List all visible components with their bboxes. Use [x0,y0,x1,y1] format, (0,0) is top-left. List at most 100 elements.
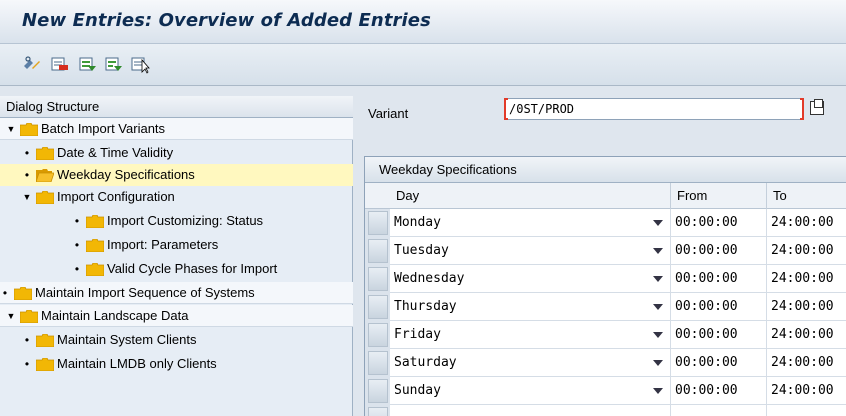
bullet-icon: • [74,214,80,228]
folder-icon [86,262,104,276]
tree-node-maintain-lmdb-clients[interactable]: • Maintain LMDB only Clients [0,353,353,375]
tree-node-import-configuration[interactable]: ▼ Import Configuration [0,186,353,208]
row-selector-button[interactable] [368,267,388,291]
to-cell[interactable]: 24:00:00 [766,237,846,265]
tree-node-label: Maintain LMDB only Clients [57,356,217,371]
expand-arrow-icon[interactable]: ▼ [6,118,16,140]
day-cell[interactable]: Thursday [390,293,665,321]
expand-arrow-icon[interactable]: ▼ [6,305,16,327]
day-value: Thursday [394,299,457,314]
tree-node-maintain-import-sequence[interactable]: • Maintain Import Sequence of Systems [0,282,353,304]
deselect-all-button[interactable] [130,54,150,74]
dialog-structure-header: Dialog Structure [0,96,353,118]
delete-button[interactable] [50,54,70,74]
tree-node-label: Valid Cycle Phases for Import [107,261,278,276]
select-all-icon [79,57,96,71]
to-cell[interactable] [766,405,846,416]
dialog-structure-pane: Dialog Structure ▼ Batch Import Variants… [0,96,353,416]
page-title: New Entries: Overview of Added Entries [22,10,431,31]
to-cell[interactable]: 24:00:00 [766,321,846,349]
bullet-icon: • [2,286,8,300]
expand-arrow-icon[interactable]: ▼ [22,186,32,208]
day-cell[interactable]: Tuesday [390,237,665,265]
variant-value: /0ST/PROD [509,102,575,116]
display-change-button[interactable] [22,54,42,74]
table-row: Thursday 00:00:00 24:00:00 [390,293,846,321]
day-cell[interactable]: Friday [390,321,665,349]
table-row: Saturday 00:00:00 24:00:00 [390,349,846,377]
day-cell[interactable] [390,405,665,416]
row-selector-button[interactable] [368,211,388,235]
select-block-button[interactable] [104,54,124,74]
from-cell[interactable]: 00:00:00 [670,293,765,321]
from-cell[interactable]: 00:00:00 [670,209,765,237]
display-change-icon [24,56,40,69]
dropdown-arrow-icon[interactable] [653,276,663,282]
day-cell[interactable]: Saturday [390,349,665,377]
row-selector-button[interactable] [368,407,388,416]
from-cell[interactable]: 00:00:00 [670,377,765,405]
main-content: Variant /0ST/PROD Weekday Specifications… [354,86,846,416]
variant-label: Variant [368,106,409,121]
row-selector-button[interactable] [368,295,388,319]
tree-node-batch-import-variants[interactable]: ▼ Batch Import Variants [0,118,353,140]
dropdown-arrow-icon[interactable] [653,304,663,310]
dropdown-arrow-icon[interactable] [653,220,663,226]
dropdown-arrow-icon[interactable] [653,332,663,338]
day-cell[interactable]: Monday [390,209,665,237]
select-block-icon [105,57,122,71]
value-help-icon[interactable] [810,99,824,115]
bullet-icon: • [74,262,80,276]
folder-icon [36,333,54,347]
to-cell[interactable]: 24:00:00 [766,265,846,293]
tree-node-date-time-validity[interactable]: • Date & Time Validity [0,142,353,164]
dropdown-arrow-icon[interactable] [653,248,663,254]
table-title: Weekday Specifications [365,157,846,183]
title-bar: New Entries: Overview of Added Entries [0,0,846,44]
tree-node-weekday-specifications[interactable]: • Weekday Specifications [0,164,353,186]
column-header-to[interactable]: To [766,183,846,209]
from-cell[interactable]: 00:00:00 [670,237,765,265]
tree-node-label: Maintain Landscape Data [41,308,189,323]
folder-icon [86,238,104,252]
variant-input[interactable]: /0ST/PROD [504,98,804,120]
from-cell[interactable] [670,405,765,416]
tree-node-import-customizing-status[interactable]: • Import Customizing: Status [0,210,353,232]
from-cell[interactable]: 00:00:00 [670,321,765,349]
day-value: Tuesday [394,243,449,258]
to-cell[interactable]: 24:00:00 [766,209,846,237]
dropdown-arrow-icon[interactable] [653,388,663,394]
to-cell[interactable]: 24:00:00 [766,293,846,321]
day-value: Friday [394,327,441,342]
folder-icon [36,190,54,204]
bullet-icon: • [24,357,30,371]
day-cell[interactable]: Wednesday [390,265,665,293]
from-cell[interactable]: 00:00:00 [670,349,765,377]
row-selector-button[interactable] [368,239,388,263]
table-row: Wednesday 00:00:00 24:00:00 [390,265,846,293]
row-selector-button[interactable] [368,379,388,403]
day-cell[interactable]: Sunday [390,377,665,405]
tree-node-maintain-landscape-data[interactable]: ▼ Maintain Landscape Data [0,305,353,327]
column-header-from[interactable]: From [670,183,766,209]
table-header: Day From To [365,183,846,209]
tree-node-valid-cycle-phases[interactable]: • Valid Cycle Phases for Import [0,258,353,280]
to-cell[interactable]: 24:00:00 [766,377,846,405]
day-value: Sunday [394,383,441,398]
weekday-table: Weekday Specifications Day From To Monda… [364,156,846,416]
tree-node-import-parameters[interactable]: • Import: Parameters [0,234,353,256]
to-cell[interactable]: 24:00:00 [766,349,846,377]
tree-node-label: Maintain System Clients [57,332,197,347]
select-all-button[interactable] [78,54,98,74]
column-header-day[interactable]: Day [390,183,670,209]
row-selector-button[interactable] [368,323,388,347]
required-marker [504,98,508,120]
folder-icon [36,146,54,160]
from-cell[interactable]: 00:00:00 [670,265,765,293]
folder-icon [86,214,104,228]
tree-node-maintain-system-clients[interactable]: • Maintain System Clients [0,329,353,351]
table-row: Tuesday 00:00:00 24:00:00 [390,237,846,265]
dropdown-arrow-icon[interactable] [653,360,663,366]
row-selector-button[interactable] [368,351,388,375]
bullet-icon: • [24,333,30,347]
